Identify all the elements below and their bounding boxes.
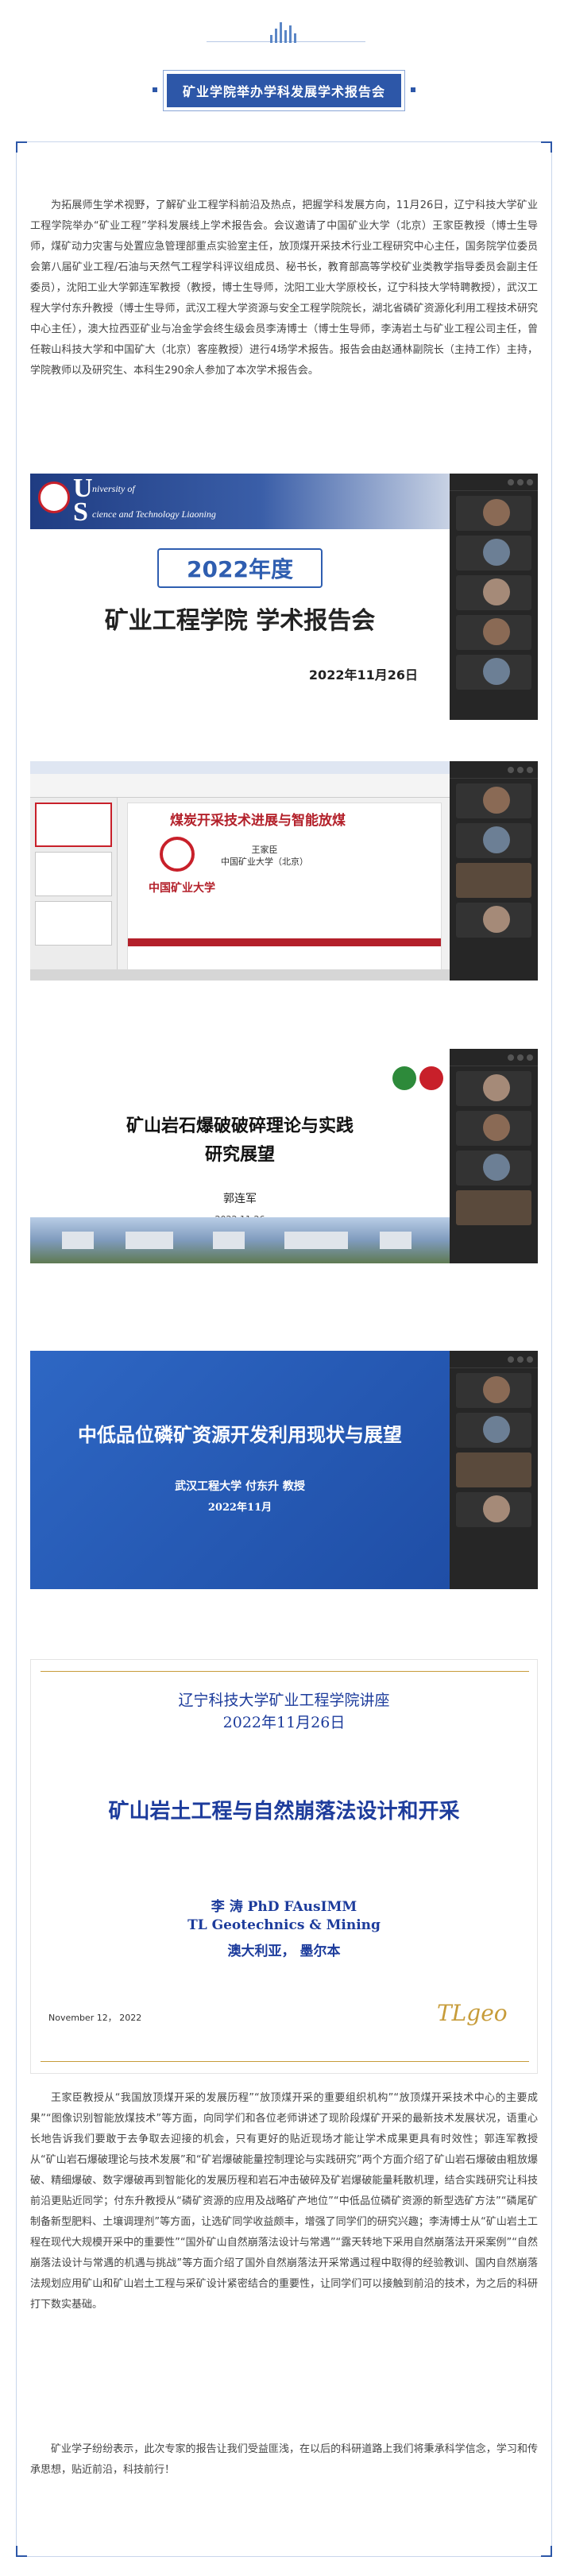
report-summary-paragraph: 王家臣教授从“我国放顶煤开采的发展历程”“放顶煤开采的重要组织机构”“放顶煤开采… — [30, 2092, 538, 2311]
participant-tile[interactable] — [456, 496, 531, 531]
participant-tile[interactable] — [456, 783, 531, 818]
slide-header-band: U niversity of S cience and Technology L… — [30, 474, 450, 529]
slide-opening: U niversity of S cience and Technology L… — [30, 474, 450, 720]
univ-name-line1: niversity of — [92, 483, 135, 494]
slide-location: 澳大利亚， 墨尔本 — [227, 1944, 341, 1959]
participant-avatar-icon — [483, 578, 510, 605]
slide-title-line2: 研究展望 — [204, 1145, 275, 1165]
participant-avatar-icon — [483, 1114, 510, 1141]
lecture-header: 辽宁科技大学矿业工程学院讲座 — [178, 1692, 390, 1709]
participant-panel — [450, 1351, 538, 1589]
slide-thumb[interactable] — [35, 803, 112, 847]
campus-photo — [30, 1217, 450, 1263]
participant-video-tile[interactable] — [456, 1190, 531, 1225]
university-logo-icon — [38, 482, 70, 513]
participant-avatar-icon — [483, 618, 510, 645]
participant-avatar-icon — [483, 1376, 510, 1403]
slide-title-line1: 矿山岩石爆破破碎理论与实践 — [126, 1116, 354, 1136]
slide-title: 矿山岩土工程与自然崩落法设计和开采 — [108, 1800, 460, 1824]
title-bar — [30, 761, 450, 774]
university-logo-icon — [419, 1066, 443, 1090]
meeting-screenshot-3: 矿山岩石爆破破碎理论与实践 研究展望 郭连军 2022.11.26 — [30, 1049, 538, 1263]
article-page: 矿业学院举办学科发展学术报告会 为拓展师生学术视野，了解矿业工程学科前沿及热点，… — [0, 0, 568, 2576]
frame-corner-tl — [16, 141, 27, 153]
frame-corner-tr — [541, 141, 552, 153]
participant-tile[interactable] — [456, 575, 531, 610]
slide-author: 武汉工程大学 付东升 教授 — [175, 1480, 305, 1493]
univ-name-line2: cience and Technology Liaoning — [92, 509, 216, 520]
title-banner: 矿业学院举办学科发展学术报告会 — [163, 70, 405, 111]
participant-tile[interactable] — [456, 1151, 531, 1186]
slide-date: 2022年11月26日 — [308, 667, 418, 683]
participant-avatar-icon — [483, 658, 510, 685]
participant-video-tile[interactable] — [456, 863, 531, 898]
participant-video-tile[interactable] — [456, 1452, 531, 1487]
slide-title: 中低品位磷矿资源开发利用现状与展望 — [78, 1424, 402, 1446]
participant-avatar-icon — [483, 1074, 510, 1101]
bar-chart-decoration-icon — [270, 22, 296, 43]
participant-avatar-icon — [483, 539, 510, 566]
ribbon-toolbar[interactable] — [30, 774, 450, 798]
slide-thumb[interactable] — [35, 901, 112, 946]
slide-author: 李 涛 PhD FAusIMM — [211, 1899, 357, 1915]
participant-tile[interactable] — [456, 1492, 531, 1527]
banner-dot-right — [411, 87, 415, 92]
header-decoration — [0, 0, 568, 56]
frame-corner-br — [541, 2546, 552, 2557]
participant-panel — [450, 761, 538, 981]
meeting-screenshot-4: 中低品位磷矿资源开发利用现状与展望 武汉工程大学 付东升 教授 2022年11月 — [30, 1351, 538, 1589]
slide-logo-text: 中国矿业大学 — [149, 882, 215, 895]
slide-affiliation: TL Geotechnics & Mining — [187, 1917, 381, 1933]
participant-avatar-icon — [483, 787, 510, 814]
participant-tile[interactable] — [456, 655, 531, 690]
slide-author: 郭连军 — [223, 1193, 257, 1205]
participant-avatar-icon — [483, 1154, 510, 1181]
page-title: 矿业学院举办学科发展学术报告会 — [167, 74, 401, 107]
participant-tile[interactable] — [456, 823, 531, 858]
slide-date: November 12， 2022 — [48, 2013, 142, 2023]
slide-author: 王家臣 — [251, 845, 278, 855]
meeting-screenshot-2: 中国矿业大学 煤炭开采技术进展与智能放煤 王家臣 中国矿业大学（北京） — [30, 761, 538, 981]
meeting-screenshot-1: U niversity of S cience and Technology L… — [30, 474, 538, 720]
status-bar — [30, 969, 450, 981]
footer-decoration — [0, 2562, 568, 2576]
participant-tile[interactable] — [456, 615, 531, 650]
participant-tile[interactable] — [456, 1413, 531, 1448]
participant-avatar-icon — [483, 1495, 510, 1522]
slide-thumbnails[interactable] — [30, 798, 118, 981]
lecture-date: 2022年11月26日 — [222, 1714, 346, 1731]
slide-blasting: 矿山岩石爆破破碎理论与实践 研究展望 郭连军 2022.11.26 — [30, 1049, 450, 1263]
participant-avatar-icon — [483, 906, 510, 933]
participant-avatar-icon — [483, 499, 510, 526]
university-logo-icon — [392, 1066, 416, 1090]
banner-dot-left — [153, 87, 157, 92]
slide-phosphate: 中低品位磷矿资源开发利用现状与展望 武汉工程大学 付东升 教授 2022年11月 — [30, 1351, 450, 1589]
participant-panel — [450, 474, 538, 720]
slide-author-block: 王家臣 中国矿业大学（北京） — [221, 844, 308, 868]
participant-avatar-icon — [483, 1416, 510, 1443]
intro-paragraph: 为拓展师生学术视野，了解矿业工程学科前沿及热点，把握学科发展方向，11月26日，… — [30, 199, 538, 377]
slide-presentation-editor: 中国矿业大学 煤炭开采技术进展与智能放煤 王家臣 中国矿业大学（北京） — [30, 761, 450, 981]
slide-date: 2022年11月 — [207, 1502, 272, 1514]
frame-corner-bl — [16, 2546, 27, 2557]
participant-panel — [450, 1049, 538, 1263]
slide-title: 煤炭开采技术进展与智能放煤 — [170, 813, 346, 829]
slide-title: 矿山岩石爆破破碎理论与实践 研究展望 — [30, 1112, 450, 1170]
participant-tile[interactable] — [456, 1111, 531, 1146]
company-logo-icon: TLgeo — [437, 2000, 508, 2026]
lecture-slide-5: 辽宁科技大学矿业工程学院讲座 2022年11月26日 矿山岩土工程与自然崩落法设… — [30, 1659, 538, 2074]
closing-paragraph: 矿业学子纷纷表示，此次专家的报告让我们受益匪浅，在以后的科研道路上我们将秉承科学… — [30, 2443, 538, 2476]
year-badge: 2022年度 — [157, 548, 323, 588]
slide-title: 矿业工程学院 学术报告会 — [104, 607, 376, 635]
slide-affiliation: 中国矿业大学（北京） — [221, 857, 308, 867]
participant-avatar-icon — [483, 826, 510, 853]
university-logo-icon — [160, 837, 195, 872]
participant-tile[interactable] — [456, 1071, 531, 1106]
participant-tile[interactable] — [456, 903, 531, 938]
participant-tile[interactable] — [456, 536, 531, 571]
slide-stripe — [128, 938, 441, 946]
participant-tile[interactable] — [456, 1373, 531, 1408]
slide-thumb[interactable] — [35, 852, 112, 896]
